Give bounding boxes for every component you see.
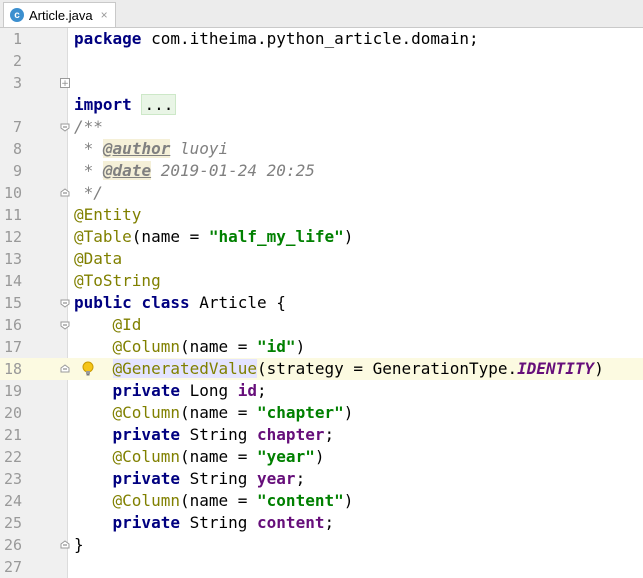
line-number: 7 (12, 118, 22, 136)
code-line[interactable]: @Id (68, 314, 643, 336)
line-number: 16 (3, 316, 22, 334)
java-class-icon: c (10, 8, 24, 22)
fold-collapse-icon[interactable] (60, 122, 70, 132)
fold-expand-icon[interactable]: + (60, 78, 70, 89)
tab-label: Article.java (29, 7, 93, 23)
fold-collapse-icon[interactable] (60, 298, 70, 308)
code-line[interactable]: private Long id; (68, 380, 643, 402)
line-number: 9 (12, 162, 22, 180)
code-line[interactable]: @ToString (68, 270, 643, 292)
code-line[interactable]: package com.itheima.python_article.domai… (68, 28, 643, 50)
line-number: 21 (3, 426, 22, 444)
line-number: 14 (3, 272, 22, 290)
code-line[interactable]: @Column(name = "content") (68, 490, 643, 512)
line-number: 22 (3, 448, 22, 466)
line-number: 10 (3, 184, 22, 202)
code-line[interactable]: public class Article { (68, 292, 643, 314)
line-number: 2 (12, 52, 22, 70)
fold-collapse-icon[interactable] (60, 320, 70, 330)
folded-imports[interactable]: ... (141, 94, 177, 115)
code-editor[interactable]: package com.itheima.python_article.domai… (68, 28, 643, 578)
line-number: 23 (3, 470, 22, 488)
line-number: 12 (3, 228, 22, 246)
fold-end-icon[interactable] (60, 540, 70, 550)
line-number: 1 (12, 30, 22, 48)
lightbulb-icon[interactable] (82, 361, 94, 377)
gutter-layer: 1 2 3 7 8 9 10 11 12 13 14 15 16 17 18 1… (0, 28, 100, 578)
close-icon[interactable]: × (101, 8, 108, 22)
code-line[interactable]: private String year; (68, 468, 643, 490)
line-number: 24 (3, 492, 22, 510)
line-number: 27 (3, 558, 22, 576)
line-number: 15 (3, 294, 22, 312)
line-number: 8 (12, 140, 22, 158)
editor-tab-bar: c Article.java × (0, 0, 643, 28)
code-line[interactable]: * @author luoyi (68, 138, 643, 160)
code-line[interactable]: } (68, 534, 643, 556)
line-number: 18 (3, 360, 22, 378)
code-line[interactable]: @Column(name = "chapter") (68, 402, 643, 424)
fold-end-icon[interactable] (60, 364, 70, 374)
line-number: 26 (3, 536, 22, 554)
code-line[interactable]: @Column(name = "id") (68, 336, 643, 358)
code-line[interactable]: * @date 2019-01-24 20:25 (68, 160, 643, 182)
code-line[interactable]: @Table(name = "half_my_life") (68, 226, 643, 248)
line-number: 11 (3, 206, 22, 224)
code-line[interactable]: @Column(name = "year") (68, 446, 643, 468)
line-number: 20 (3, 404, 22, 422)
line-number: 17 (3, 338, 22, 356)
code-line[interactable]: */ (68, 182, 643, 204)
code-line[interactable]: private String content; (68, 512, 643, 534)
code-line[interactable]: /** (68, 116, 643, 138)
fold-end-icon[interactable] (60, 188, 70, 198)
code-line[interactable]: @Data (68, 248, 643, 270)
code-line[interactable]: private String chapter; (68, 424, 643, 446)
code-line[interactable]: @Entity (68, 204, 643, 226)
line-number: 19 (3, 382, 22, 400)
current-code-line[interactable]: @GeneratedValue(strategy = GenerationTyp… (68, 358, 643, 380)
line-number: 3 (12, 74, 22, 92)
code-line[interactable]: import ... (68, 94, 643, 116)
line-number: 25 (3, 514, 22, 532)
line-number: 13 (3, 250, 22, 268)
tab-article-java[interactable]: c Article.java × (3, 2, 116, 27)
